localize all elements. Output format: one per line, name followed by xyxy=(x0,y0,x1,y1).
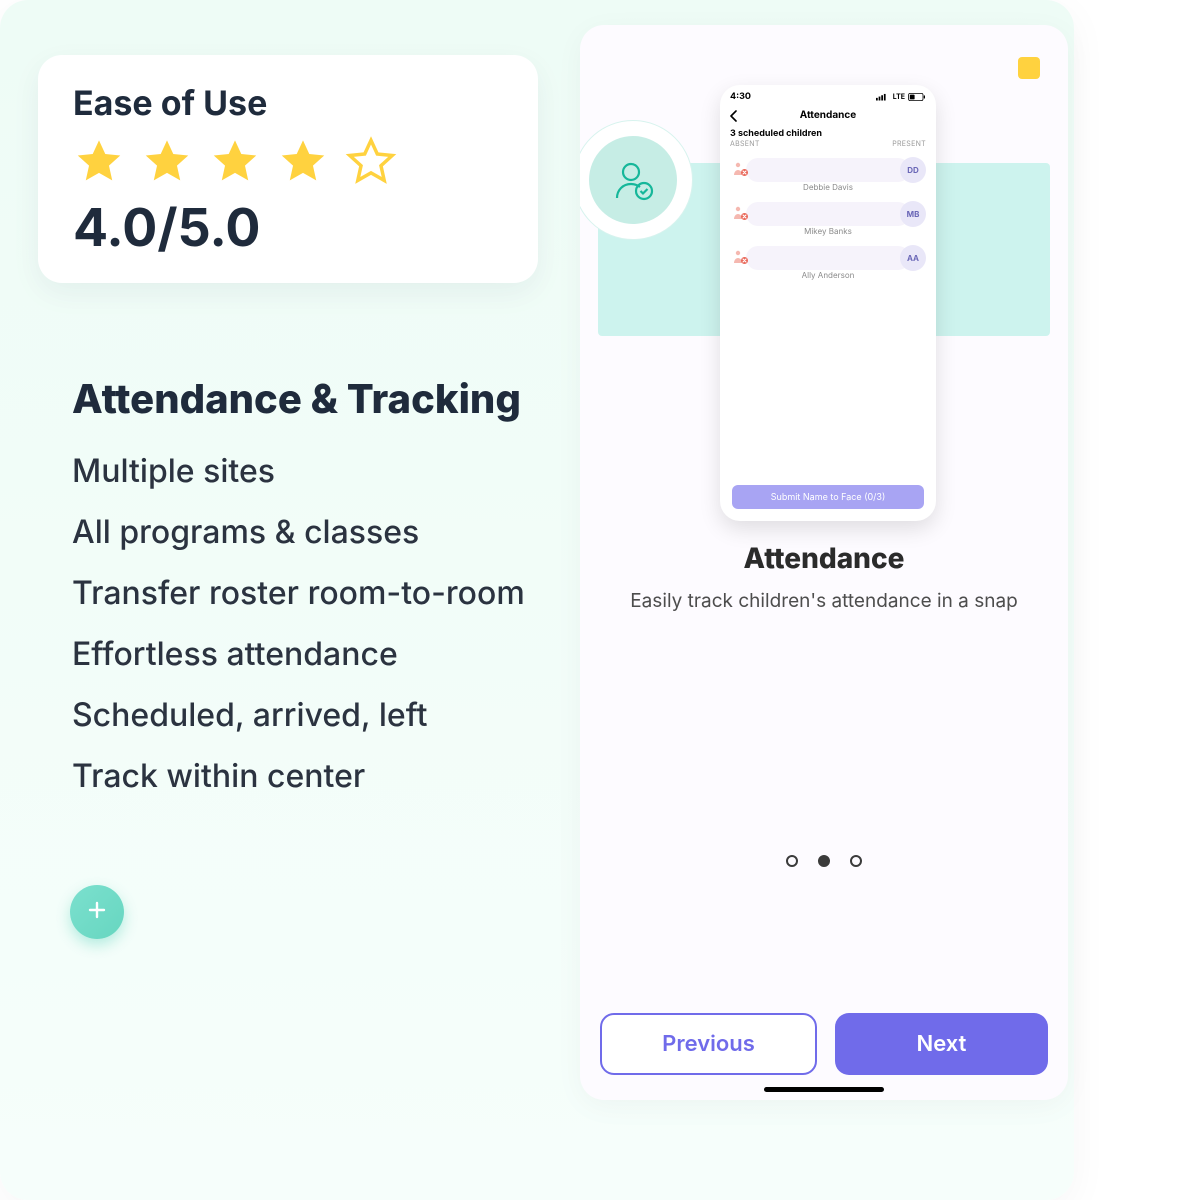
attendance-slider[interactable] xyxy=(746,202,910,226)
child-row[interactable]: MB Mikey Banks xyxy=(728,196,928,236)
feature-item: All programs & classes xyxy=(72,512,572,551)
feature-item: Transfer roster room-to-room xyxy=(72,573,572,612)
absent-icon xyxy=(732,204,750,222)
add-button[interactable] xyxy=(70,885,124,939)
battery-icon xyxy=(908,93,926,101)
child-name: Debbie Davis xyxy=(728,182,928,192)
accent-chip xyxy=(1018,57,1040,79)
phone-col-absent: ABSENT xyxy=(730,139,760,148)
showcase-subtitle: Easily track children's attendance in a … xyxy=(618,589,1030,612)
attendance-slider[interactable] xyxy=(746,158,910,182)
showcase-title: Attendance xyxy=(580,541,1068,575)
signal-icon xyxy=(876,93,890,101)
star-icon xyxy=(73,136,125,188)
star-icon xyxy=(141,136,193,188)
child-row[interactable]: AA Ally Anderson xyxy=(728,240,928,280)
phone-title: Attendance xyxy=(800,109,856,121)
phone-time: 4:30 xyxy=(730,91,751,102)
carousel-dot-active[interactable] xyxy=(818,855,830,867)
showcase-card: 4:30 LTE Attendance 3 scheduled childr xyxy=(580,25,1068,1100)
carousel-dots xyxy=(580,855,1068,867)
rating-title: Ease of Use xyxy=(73,83,503,124)
child-name: Ally Anderson xyxy=(728,270,928,280)
star-icon xyxy=(209,136,261,188)
child-name: Mikey Banks xyxy=(728,226,928,236)
next-button[interactable]: Next xyxy=(835,1013,1048,1075)
phone-header: Attendance xyxy=(720,104,936,126)
previous-button[interactable]: Previous xyxy=(600,1013,817,1075)
back-icon[interactable] xyxy=(728,106,740,126)
child-initials: AA xyxy=(900,245,926,271)
plus-icon xyxy=(85,894,109,930)
phone-col-present: PRESENT xyxy=(892,139,926,148)
rating-card: Ease of Use 4.0/5.0 xyxy=(38,55,538,283)
user-check-icon xyxy=(589,136,677,224)
star-icon xyxy=(277,136,329,188)
child-row[interactable]: DD Debbie Davis xyxy=(728,152,928,192)
feature-item: Multiple sites xyxy=(72,451,572,490)
showcase-nav: Previous Next xyxy=(600,1013,1048,1075)
rating-score: 4.0/5.0 xyxy=(73,196,503,259)
phone-subtitle: 3 scheduled children xyxy=(720,126,936,139)
phone-submit-button[interactable]: Submit Name to Face (0/3) xyxy=(732,485,924,509)
feature-item: Effortless attendance xyxy=(72,634,572,673)
rating-stars xyxy=(73,136,503,188)
features-title: Attendance & Tracking xyxy=(72,374,572,423)
carousel-dot[interactable] xyxy=(850,855,862,867)
absent-icon xyxy=(732,248,750,266)
attendance-slider[interactable] xyxy=(746,246,910,270)
features-block: Attendance & Tracking Multiple sites All… xyxy=(72,374,572,817)
child-initials: DD xyxy=(900,157,926,183)
home-indicator xyxy=(764,1087,884,1092)
feature-item: Track within center xyxy=(72,756,572,795)
phone-mock: 4:30 LTE Attendance 3 scheduled childr xyxy=(720,85,936,521)
feature-item: Scheduled, arrived, left xyxy=(72,695,572,734)
absent-icon xyxy=(732,160,750,178)
phone-network: LTE xyxy=(893,92,905,101)
carousel-dot[interactable] xyxy=(786,855,798,867)
child-initials: MB xyxy=(900,201,926,227)
phone-statusbar: 4:30 LTE xyxy=(720,85,936,104)
star-outline-icon xyxy=(345,136,397,188)
phone-columns: ABSENT PRESENT xyxy=(720,139,936,152)
features-list: Multiple sites All programs & classes Tr… xyxy=(72,451,572,795)
